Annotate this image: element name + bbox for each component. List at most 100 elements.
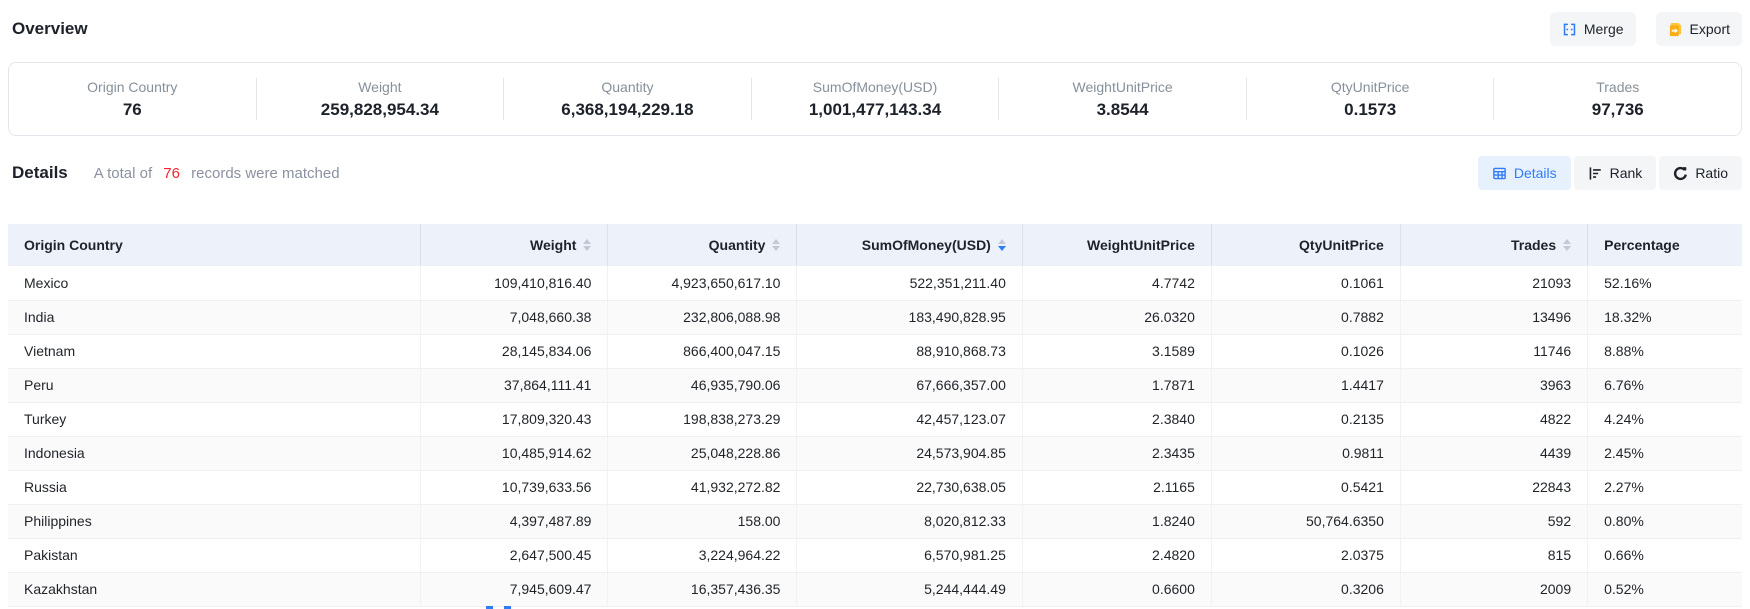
value-cell: 13496 bbox=[1400, 300, 1587, 334]
value-cell: 24,573,904.85 bbox=[797, 436, 1022, 470]
value-cell: 67,666,357.00 bbox=[797, 368, 1022, 402]
value-cell: 3,224,964.22 bbox=[608, 538, 797, 572]
value-cell: 1.8240 bbox=[1022, 504, 1211, 538]
value-cell: 22843 bbox=[1400, 470, 1587, 504]
value-cell: 0.5421 bbox=[1211, 470, 1400, 504]
view-tabs: DetailsRankRatio bbox=[1478, 156, 1742, 190]
stat-value: 3.8544 bbox=[999, 100, 1246, 120]
value-cell: 0.52% bbox=[1588, 572, 1742, 606]
value-cell: 4.24% bbox=[1588, 402, 1742, 436]
export-button[interactable]: Export bbox=[1656, 12, 1742, 46]
country-cell: Vietnam bbox=[8, 334, 421, 368]
column-header-sumofmoney-usd[interactable]: SumOfMoney(USD) bbox=[797, 224, 1022, 266]
value-cell: 11746 bbox=[1400, 334, 1587, 368]
value-cell: 16,357,436.35 bbox=[608, 572, 797, 606]
table-row: Philippines4,397,487.89158.008,020,812.3… bbox=[8, 504, 1742, 538]
value-cell: 46,935,790.06 bbox=[608, 368, 797, 402]
value-cell: 2.0375 bbox=[1211, 538, 1400, 572]
value-cell: 28,145,834.06 bbox=[421, 334, 608, 368]
sort-icon bbox=[1563, 239, 1571, 251]
page-title: Overview bbox=[12, 19, 88, 39]
value-cell: 6,570,981.25 bbox=[797, 538, 1022, 572]
records-prefix: A total of bbox=[94, 165, 152, 182]
sort-desc-icon bbox=[772, 246, 780, 251]
column-label: Origin Country bbox=[24, 237, 123, 253]
overview-stat-weight: Weight259,828,954.34 bbox=[257, 79, 504, 120]
value-cell: 183,490,828.95 bbox=[797, 300, 1022, 334]
tab-ratio[interactable]: Ratio bbox=[1659, 156, 1742, 190]
value-cell: 37,864,111.41 bbox=[421, 368, 608, 402]
value-cell: 2.45% bbox=[1588, 436, 1742, 470]
overview-stat-sumofmoney-usd: SumOfMoney(USD)1,001,477,143.34 bbox=[752, 79, 999, 120]
column-label: Quantity bbox=[709, 237, 766, 253]
sort-asc-icon bbox=[998, 239, 1006, 244]
table-row: India7,048,660.38232,806,088.98183,490,8… bbox=[8, 300, 1742, 334]
value-cell: 2009 bbox=[1400, 572, 1587, 606]
tab-details[interactable]: Details bbox=[1478, 156, 1571, 190]
records-summary: A total of 76 records were matched bbox=[94, 165, 340, 182]
value-cell: 18.32% bbox=[1588, 300, 1742, 334]
sort-icon bbox=[772, 239, 780, 251]
stat-value: 1,001,477,143.34 bbox=[752, 100, 999, 120]
stat-label: Trades bbox=[1494, 79, 1741, 95]
value-cell: 4,397,487.89 bbox=[421, 504, 608, 538]
value-cell: 2.4820 bbox=[1022, 538, 1211, 572]
column-header-origin-country: Origin Country bbox=[8, 224, 421, 266]
value-cell: 0.2135 bbox=[1211, 402, 1400, 436]
country-cell: India bbox=[8, 300, 421, 334]
value-cell: 41,932,272.82 bbox=[608, 470, 797, 504]
column-header-trades[interactable]: Trades bbox=[1400, 224, 1587, 266]
details-bar: Details A total of 76 records were match… bbox=[12, 156, 1742, 190]
value-cell: 7,048,660.38 bbox=[421, 300, 608, 334]
country-cell: Kazakhstan bbox=[8, 572, 421, 606]
records-suffix: records were matched bbox=[191, 165, 339, 182]
value-cell: 0.80% bbox=[1588, 504, 1742, 538]
stat-label: Weight bbox=[257, 79, 504, 95]
table-row: Vietnam28,145,834.06866,400,047.1588,910… bbox=[8, 334, 1742, 368]
value-cell: 2.1165 bbox=[1022, 470, 1211, 504]
value-cell: 52.16% bbox=[1588, 266, 1742, 300]
value-cell: 88,910,868.73 bbox=[797, 334, 1022, 368]
sort-desc-icon bbox=[1563, 246, 1571, 251]
table-row: Mexico109,410,816.404,923,650,617.10522,… bbox=[8, 266, 1742, 300]
country-cell: Philippines bbox=[8, 504, 421, 538]
value-cell: 50,764.6350 bbox=[1211, 504, 1400, 538]
merge-icon bbox=[1562, 22, 1577, 37]
stat-label: QtyUnitPrice bbox=[1247, 79, 1494, 95]
stat-label: Quantity bbox=[504, 79, 751, 95]
value-cell: 5,244,444.49 bbox=[797, 572, 1022, 606]
value-cell: 8,020,812.33 bbox=[797, 504, 1022, 538]
column-header-weight[interactable]: Weight bbox=[421, 224, 608, 266]
column-header-percentage: Percentage bbox=[1588, 224, 1742, 266]
sort-icon bbox=[583, 239, 591, 251]
column-label: QtyUnitPrice bbox=[1299, 237, 1384, 253]
top-bar: Overview Merge Export bbox=[0, 0, 1750, 46]
value-cell: 815 bbox=[1400, 538, 1587, 572]
merge-button[interactable]: Merge bbox=[1550, 12, 1636, 46]
value-cell: 6.76% bbox=[1588, 368, 1742, 402]
value-cell: 0.9811 bbox=[1211, 436, 1400, 470]
value-cell: 0.1061 bbox=[1211, 266, 1400, 300]
value-cell: 10,485,914.62 bbox=[421, 436, 608, 470]
country-cell: Pakistan bbox=[8, 538, 421, 572]
overview-stat-qtyunitprice: QtyUnitPrice0.1573 bbox=[1247, 79, 1494, 120]
column-header-qtyunitprice: QtyUnitPrice bbox=[1211, 224, 1400, 266]
sort-asc-icon bbox=[1563, 239, 1571, 244]
value-cell: 4,923,650,617.10 bbox=[608, 266, 797, 300]
tab-rank[interactable]: Rank bbox=[1574, 156, 1657, 190]
table-row: Russia10,739,633.5641,932,272.8222,730,6… bbox=[8, 470, 1742, 504]
sort-asc-icon bbox=[772, 239, 780, 244]
column-header-quantity[interactable]: Quantity bbox=[608, 224, 797, 266]
table-row: Peru37,864,111.4146,935,790.0667,666,357… bbox=[8, 368, 1742, 402]
page: Overview Merge Export Origin Country76We… bbox=[0, 0, 1750, 609]
value-cell: 4.7742 bbox=[1022, 266, 1211, 300]
overview-stat-origin-country: Origin Country76 bbox=[9, 79, 256, 120]
column-header-weightunitprice: WeightUnitPrice bbox=[1022, 224, 1211, 266]
value-cell: 592 bbox=[1400, 504, 1587, 538]
rank-icon bbox=[1588, 166, 1603, 181]
column-label: SumOfMoney(USD) bbox=[862, 237, 991, 253]
value-cell: 158.00 bbox=[608, 504, 797, 538]
value-cell: 0.6600 bbox=[1022, 572, 1211, 606]
sort-desc-icon bbox=[583, 246, 591, 251]
value-cell: 25,048,228.86 bbox=[608, 436, 797, 470]
